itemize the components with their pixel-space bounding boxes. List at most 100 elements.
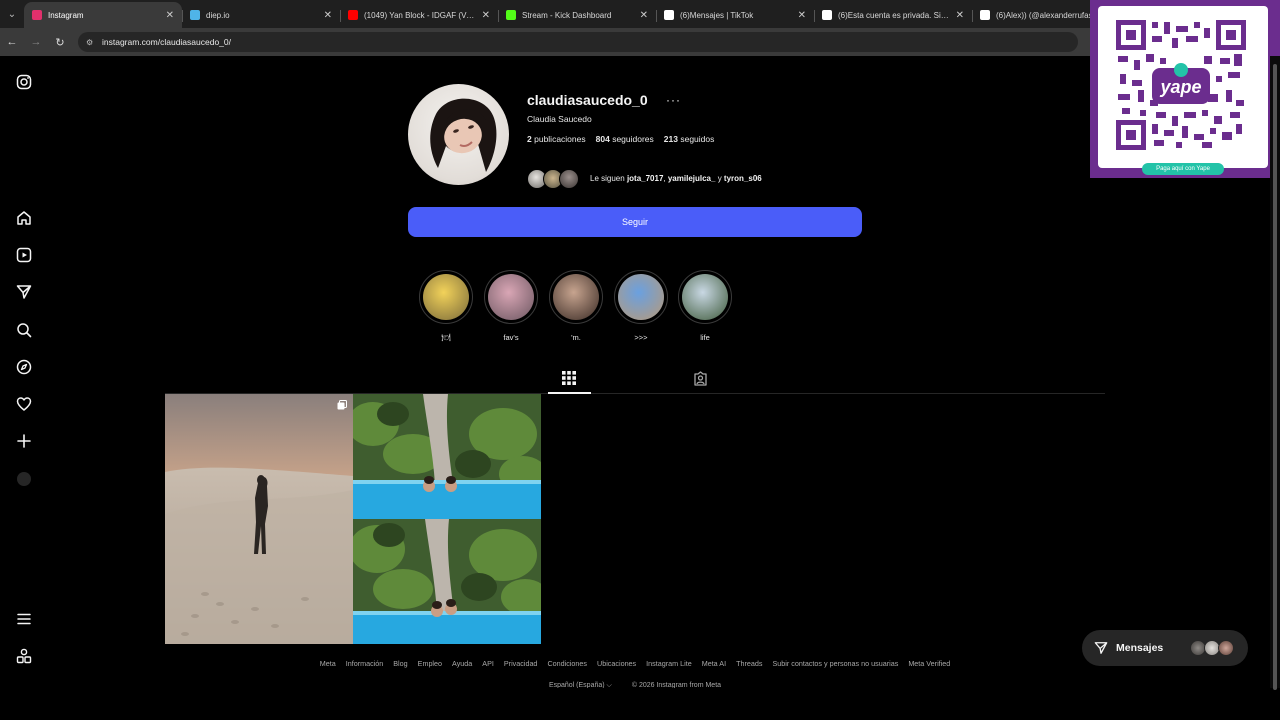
reels-icon[interactable] [14, 245, 34, 265]
highlight-cover [553, 274, 599, 320]
browser-tab[interactable]: Instagram ✕ [24, 2, 182, 28]
story-highlight[interactable]: >>> [613, 270, 669, 343]
favicon-icon [664, 10, 674, 20]
favicon-icon [32, 10, 42, 20]
browser-tab[interactable]: diep.io ✕ [182, 2, 340, 28]
browser-tab[interactable]: (1049) Yan Block - IDGAF (Video... ✕ [340, 2, 498, 28]
browser-tab-title: (6)Esta cuenta es privada. Sigue... [838, 10, 950, 20]
highlight-cover [618, 274, 664, 320]
footer-link[interactable]: Meta Verified [908, 659, 950, 668]
close-tab-icon[interactable]: ✕ [482, 10, 490, 21]
browser-tab[interactable]: (6)Esta cuenta es privada. Sigue... ✕ [814, 2, 972, 28]
close-tab-icon[interactable]: ✕ [324, 10, 332, 21]
qr-code-icon: yape [1116, 20, 1246, 150]
highlight-ring [614, 270, 668, 324]
footer-link[interactable]: Meta [320, 659, 336, 668]
avatar [559, 169, 579, 189]
mutual-followers-avatars[interactable] [527, 169, 587, 189]
carousel-icon [337, 400, 347, 410]
followers-stat[interactable]: 804 seguidores [596, 134, 654, 144]
forward-arrow-icon[interactable]: → [24, 28, 48, 56]
footer-link[interactable]: Meta AI [702, 659, 726, 668]
explore-compass-icon[interactable] [14, 357, 34, 377]
svg-text:yape: yape [1159, 77, 1201, 97]
highlight-label: 🍽 [441, 333, 451, 342]
highlight-ring [678, 270, 732, 324]
story-highlight[interactable]: 'm. [548, 270, 604, 343]
direct-send-icon[interactable] [14, 282, 34, 302]
highlight-ring [484, 270, 538, 324]
yape-pay-badge: Paga aquí con Yape [1142, 163, 1224, 175]
browser-tab[interactable]: (6)Mensajes | TikTok ✕ [656, 2, 814, 28]
page-scrollbar[interactable] [1270, 56, 1280, 690]
browser-tab-title: Stream - Kick Dashboard [522, 10, 612, 20]
site-settings-icon[interactable]: ⚙ [86, 38, 96, 47]
footer-link[interactable]: Subir contactos y personas no usuarias [772, 659, 898, 668]
highlight-label: life [700, 333, 710, 342]
address-bar[interactable]: ⚙ instagram.com/claudiasaucedo_0/ [78, 32, 1078, 52]
close-tab-icon[interactable]: ✕ [956, 10, 964, 21]
tab-tagged[interactable] [690, 368, 710, 388]
story-highlight[interactable]: life [677, 270, 733, 343]
footer-link[interactable]: Privacidad [504, 659, 538, 668]
instagram-logo-icon[interactable] [14, 72, 34, 92]
close-tab-icon[interactable]: ✕ [798, 10, 806, 21]
post-tile-pool-2[interactable] [353, 519, 541, 644]
create-plus-icon[interactable] [14, 431, 34, 451]
grid-icon [562, 371, 576, 385]
tab-search-chevron-icon[interactable]: ⌄ [0, 0, 24, 28]
highlight-label: fav's [503, 333, 519, 342]
story-highlight[interactable]: fav's [483, 270, 539, 343]
favicon-icon [190, 10, 200, 20]
profile-username: claudiasaucedo_0 [527, 92, 648, 108]
footer-link[interactable]: API [482, 659, 494, 668]
avatar [1218, 640, 1234, 656]
favicon-icon [822, 10, 832, 20]
browser-tab-title: (6)Mensajes | TikTok [680, 10, 754, 20]
back-arrow-icon[interactable]: ← [0, 28, 24, 56]
notifications-heart-icon[interactable] [14, 394, 34, 414]
messages-button[interactable]: Mensajes [1082, 630, 1248, 666]
close-tab-icon[interactable]: ✕ [640, 10, 648, 21]
mutual-followers-text[interactable]: Le siguen jota_7017, yamilejulca_ y tyro… [590, 174, 762, 183]
browser-tab-title: diep.io [206, 10, 230, 20]
favicon-icon [506, 10, 516, 20]
follow-button[interactable]: Seguir [408, 207, 862, 237]
footer-link[interactable]: Threads [736, 659, 762, 668]
home-icon[interactable] [14, 208, 34, 228]
highlight-ring [419, 270, 473, 324]
close-tab-icon[interactable]: ✕ [166, 10, 174, 21]
yape-qr-overlay: yape Paga aquí con Yape [1090, 0, 1280, 178]
direct-send-icon [1094, 642, 1108, 654]
scrollbar-thumb[interactable] [1273, 64, 1277, 690]
browser-tab[interactable]: Stream - Kick Dashboard ✕ [498, 2, 656, 28]
footer-link[interactable]: Empleo [418, 659, 442, 668]
posts-stat: 2 publicaciones [527, 134, 586, 144]
profile-picture[interactable] [408, 84, 509, 185]
more-menu-icon[interactable] [14, 609, 34, 629]
footer-link[interactable]: Información [346, 659, 384, 668]
story-highlight[interactable]: 🍽 [418, 270, 474, 343]
browser-tab-title: (1049) Yan Block - IDGAF (Video... [364, 10, 476, 20]
reload-icon[interactable]: ↻ [48, 28, 72, 56]
favicon-icon [348, 10, 358, 20]
footer-link[interactable]: Blog [393, 659, 407, 668]
footer-link[interactable]: Ubicaciones [597, 659, 636, 668]
browser-tab-title: Instagram [48, 10, 84, 20]
highlight-label: 'm. [571, 333, 581, 342]
footer-link[interactable]: Instagram Lite [646, 659, 692, 668]
highlight-label: >>> [634, 333, 648, 342]
highlight-ring [549, 270, 603, 324]
favicon-icon [980, 10, 990, 20]
search-icon[interactable] [14, 320, 34, 340]
footer-link[interactable]: Condiciones [547, 659, 587, 668]
profile-options-icon[interactable]: ··· [666, 93, 681, 107]
tab-posts-grid[interactable] [559, 368, 579, 388]
post-tile-pool-1[interactable] [353, 394, 541, 519]
following-stat[interactable]: 213 seguidos [664, 134, 715, 144]
profile-avatar-icon[interactable] [14, 469, 34, 489]
post-tile-desert[interactable] [165, 394, 353, 644]
profile-full-name: Claudia Saucedo [527, 114, 592, 124]
footer-link[interactable]: Ayuda [452, 659, 472, 668]
browser-tab-strip: ⌄ Instagram ✕ diep.io ✕ (1049) Yan Block - I… [0, 0, 1280, 28]
